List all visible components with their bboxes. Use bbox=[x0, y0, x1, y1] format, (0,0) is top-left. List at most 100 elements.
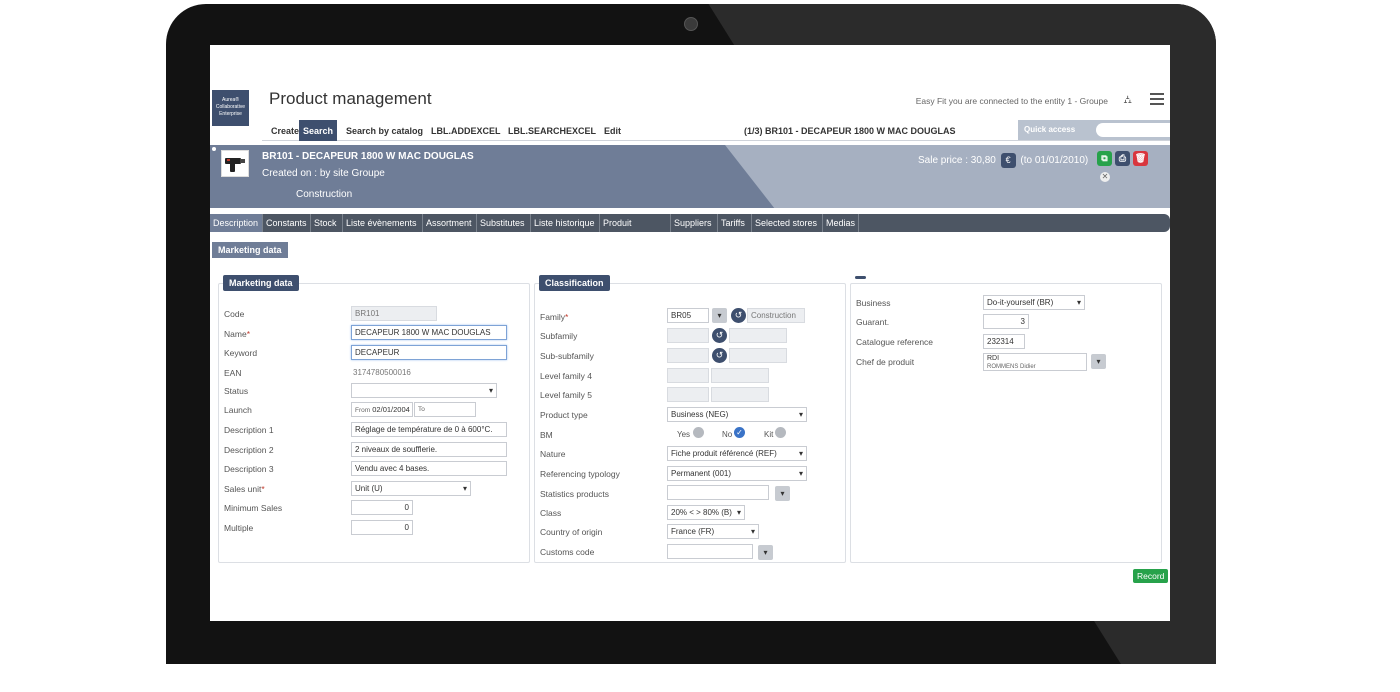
tab-constants[interactable]: Constants bbox=[263, 214, 311, 232]
create-button[interactable]: Create bbox=[267, 123, 303, 139]
description-3-field[interactable]: Vendu avec 4 bases. bbox=[351, 461, 507, 476]
quick-access-input[interactable] bbox=[1096, 123, 1170, 137]
bm-no-radio[interactable]: ✓ bbox=[734, 427, 745, 438]
tab-medias[interactable]: Medias bbox=[823, 214, 859, 232]
quick-access-box: Quick access bbox=[1018, 120, 1170, 140]
record-button[interactable]: Record bbox=[1133, 569, 1169, 583]
product-banner: BR101 - DECAPEUR 1800 W MAC DOUGLAS Crea… bbox=[210, 145, 1170, 208]
nature-label: Nature bbox=[540, 449, 566, 459]
description-1-field[interactable]: Réglage de température de 0 à 600°C. bbox=[351, 422, 507, 437]
chef-name: ROMMENS Didier bbox=[987, 364, 1036, 370]
pin-icon[interactable] bbox=[212, 147, 216, 151]
tab-liste-evenements[interactable]: Liste évènements bbox=[343, 214, 423, 232]
search-by-catalog-button[interactable]: Search by catalog bbox=[342, 123, 427, 139]
launch-from-field[interactable]: From 02/01/2004 bbox=[351, 402, 413, 417]
search-button[interactable]: Search bbox=[299, 120, 338, 141]
business-select[interactable]: Do-it-yourself (BR) bbox=[983, 295, 1085, 310]
name-field[interactable]: DECAPEUR 1800 W MAC DOUGLAS bbox=[351, 325, 507, 340]
country-of-origin-label: Country of origin bbox=[540, 527, 603, 537]
bm-kit-radio[interactable] bbox=[775, 427, 786, 438]
ean-value: 3174780500016 bbox=[353, 368, 411, 377]
tab-suppliers[interactable]: Suppliers bbox=[671, 214, 718, 232]
action-toolbar: Create Search Search by catalog LBL.ADDE… bbox=[262, 120, 1170, 141]
business-panel-title bbox=[855, 276, 866, 279]
product-title: BR101 - DECAPEUR 1800 W MAC DOUGLAS bbox=[262, 151, 474, 162]
level-family-5-label: Level family 5 bbox=[540, 390, 592, 400]
tab-selected-stores[interactable]: Selected stores bbox=[752, 214, 823, 232]
search-excel-button[interactable]: LBL.SEARCHEXCEL bbox=[504, 123, 600, 139]
sub-subfamily-history-icon[interactable]: ↺ bbox=[712, 348, 727, 363]
level-family-4-name bbox=[711, 368, 769, 383]
business-panel: Business Do-it-yourself (BR) Guarant. 3 … bbox=[850, 276, 1162, 563]
chef-code: RDI bbox=[987, 355, 1000, 362]
tab-stock[interactable]: Stock bbox=[311, 214, 343, 232]
company-logo[interactable]: Aurea® Collaborative Enterprise bbox=[212, 90, 249, 126]
statistics-products-dropdown[interactable]: ▾ bbox=[775, 486, 790, 501]
page-title: Product management bbox=[269, 89, 432, 108]
print-icon[interactable]: ⎙ bbox=[1115, 151, 1130, 166]
launch-to-field[interactable]: To bbox=[414, 402, 476, 417]
family-history-icon[interactable]: ↺ bbox=[731, 308, 746, 323]
tab-description[interactable]: Description bbox=[210, 214, 263, 232]
chef-de-produit-field[interactable]: RDI ROMMENS Didier bbox=[983, 353, 1087, 371]
class-select[interactable]: 20% < > 80% (B) bbox=[667, 505, 745, 520]
family-dropdown-button[interactable]: ▾ bbox=[712, 308, 727, 323]
referencing-typology-label: Referencing typology bbox=[540, 469, 620, 479]
minimum-sales-field[interactable]: 0 bbox=[351, 500, 413, 515]
add-excel-button[interactable]: LBL.ADDEXCEL bbox=[427, 123, 505, 139]
multiple-field[interactable]: 0 bbox=[351, 520, 413, 535]
code-field: BR101 bbox=[351, 306, 437, 321]
tab-tariffs[interactable]: Tariffs bbox=[718, 214, 752, 232]
euro-icon[interactable]: € bbox=[1000, 153, 1016, 168]
tab-assortment[interactable]: Assortment bbox=[423, 214, 477, 232]
bm-yes-radio[interactable] bbox=[693, 427, 704, 438]
tab-substitutes[interactable]: Substitutes bbox=[477, 214, 531, 232]
close-icon[interactable]: ✕ bbox=[1100, 172, 1110, 182]
hierarchy-icon[interactable]: ⛼ bbox=[1123, 94, 1132, 108]
edit-button[interactable]: Edit bbox=[600, 123, 625, 139]
sub-subfamily-name-field bbox=[729, 348, 787, 363]
status-select[interactable] bbox=[351, 383, 497, 398]
guarant-field[interactable]: 3 bbox=[983, 314, 1029, 329]
sales-unit-label: Sales unit* bbox=[224, 484, 265, 494]
statistics-products-field[interactable] bbox=[667, 485, 769, 500]
launch-label: Launch bbox=[224, 405, 252, 415]
ean-label: EAN bbox=[224, 368, 242, 378]
statistics-products-label: Statistics products bbox=[540, 489, 609, 499]
keyword-label: Keyword bbox=[224, 348, 258, 358]
chef-de-produit-dropdown[interactable]: ▾ bbox=[1091, 354, 1106, 369]
classification-panel: Classification Family* BR05 ▾ ↺ Construc… bbox=[534, 275, 846, 563]
hamburger-menu-icon[interactable] bbox=[1150, 90, 1164, 108]
status-label: Status bbox=[224, 386, 249, 396]
subfamily-name-field bbox=[729, 328, 787, 343]
delete-icon[interactable]: 🗑 bbox=[1133, 151, 1148, 166]
keyword-field[interactable]: DECAPEUR bbox=[351, 345, 507, 360]
catalogue-reference-field[interactable]: 232314 bbox=[983, 334, 1025, 349]
tab-liste-historique[interactable]: Liste historique bbox=[531, 214, 600, 232]
customs-code-dropdown[interactable]: ▾ bbox=[758, 545, 773, 560]
camera-icon bbox=[684, 17, 698, 31]
nature-select[interactable]: Fiche produit référencé (REF) bbox=[667, 446, 807, 461]
family-code-field[interactable]: BR05 bbox=[667, 308, 709, 323]
code-label: Code bbox=[224, 309, 245, 319]
description-2-field[interactable]: 2 niveaux de soufflerie. bbox=[351, 442, 507, 457]
customs-code-label: Customs code bbox=[540, 547, 595, 557]
duplicate-icon[interactable]: ⧉ bbox=[1097, 151, 1112, 166]
sub-subfamily-label: Sub-subfamily bbox=[540, 351, 594, 361]
country-of-origin-select[interactable]: France (FR) bbox=[667, 524, 759, 539]
referencing-typology-select[interactable]: Permanent (001) bbox=[667, 466, 807, 481]
subfamily-history-icon[interactable]: ↺ bbox=[712, 328, 727, 343]
sale-price: Sale price : 30,80 € (to 01/01/2010) bbox=[918, 153, 1088, 168]
sales-unit-select[interactable]: Unit (U) bbox=[351, 481, 471, 496]
tab-bar: Description Constants Stock Liste évènem… bbox=[210, 214, 1170, 246]
guarant-label: Guarant. bbox=[856, 317, 890, 327]
sub-subfamily-code-field bbox=[667, 348, 709, 363]
sale-price-date: (to 01/01/2010) bbox=[1020, 155, 1089, 166]
marketing-data-tab[interactable]: Marketing data bbox=[212, 242, 288, 258]
customs-code-field[interactable] bbox=[667, 544, 753, 559]
record-navigation-info: (1/3) BR101 - DECAPEUR 1800 W MAC DOUGLA… bbox=[744, 126, 956, 136]
catalogue-reference-label: Catalogue reference bbox=[856, 337, 934, 347]
chef-de-produit-label: Chef de produit bbox=[856, 357, 915, 367]
tab-produit-dispatch[interactable]: Produit dispatch bbox=[600, 214, 671, 246]
product-type-select[interactable]: Business (NEG) bbox=[667, 407, 807, 422]
